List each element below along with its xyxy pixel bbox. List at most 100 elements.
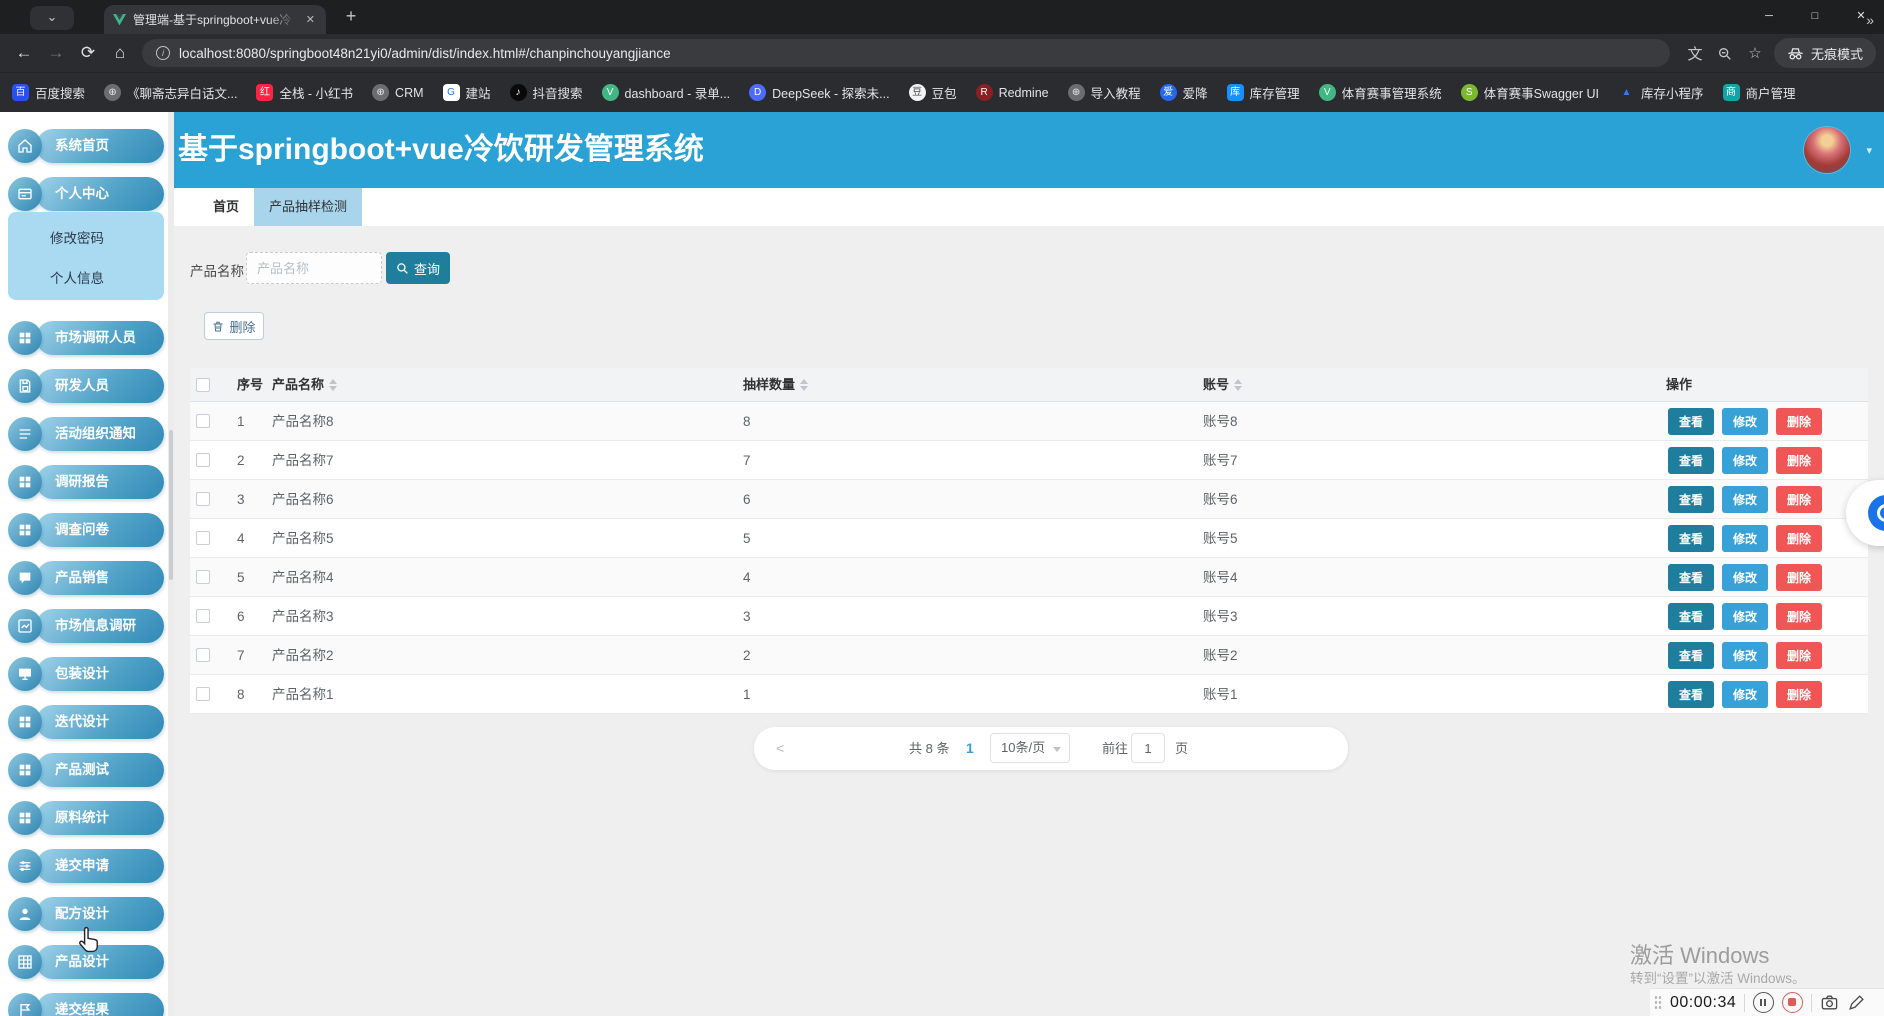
assistant-icon[interactable]: [1868, 495, 1884, 531]
reload-button[interactable]: ⟳: [72, 43, 104, 63]
view-row-button[interactable]: 查看: [1668, 603, 1714, 630]
sidebar-item-14[interactable]: 递交申请: [0, 849, 168, 883]
sidebar-scrollbar-thumb[interactable]: [169, 430, 173, 580]
edit-row-button[interactable]: 修改: [1722, 564, 1768, 591]
edit-row-button[interactable]: 修改: [1722, 447, 1768, 474]
edit-row-button[interactable]: 修改: [1722, 603, 1768, 630]
sidebar-item-10[interactable]: 包装设计: [0, 657, 168, 691]
sidebar-item-13[interactable]: 原料统计: [0, 801, 168, 835]
screenshot-camera-button[interactable]: [1820, 993, 1839, 1012]
view-row-button[interactable]: 查看: [1668, 447, 1714, 474]
edit-row-button[interactable]: 修改: [1722, 486, 1768, 513]
home-button[interactable]: ⌂: [104, 43, 136, 63]
view-row-button[interactable]: 查看: [1668, 642, 1714, 669]
sidebar-submenu-item[interactable]: 个人信息: [50, 264, 150, 294]
bookmark-item[interactable]: 爱爱降: [1159, 83, 1208, 102]
bookmark-star-icon[interactable]: ☆: [1740, 44, 1770, 62]
row-checkbox[interactable]: [196, 453, 210, 467]
sort-caret-icon[interactable]: [329, 379, 338, 391]
sidebar-item-16[interactable]: 产品设计: [0, 945, 168, 979]
sidebar-submenu-item[interactable]: 修改密码: [50, 224, 150, 254]
stop-button[interactable]: [1782, 992, 1804, 1013]
del-row-button[interactable]: 删除: [1776, 564, 1822, 591]
sidebar-item-1[interactable]: 系统首页: [0, 129, 168, 163]
sidebar-item-17[interactable]: 递交结果: [0, 993, 168, 1016]
sidebar-item-2[interactable]: 个人中心: [0, 177, 168, 211]
del-row-button[interactable]: 删除: [1776, 681, 1822, 708]
view-row-button[interactable]: 查看: [1668, 486, 1714, 513]
batch-delete-button[interactable]: 删除: [204, 312, 264, 340]
bookmark-item[interactable]: V 体育赛事管理系统: [1318, 83, 1442, 102]
bookmark-item[interactable]: ▲ 库存小程序: [1618, 83, 1704, 102]
sidebar-item-6[interactable]: 调研报告: [0, 465, 168, 499]
sidebar-item-15[interactable]: 配方设计: [0, 897, 168, 931]
browser-tab[interactable]: 管理端-基于springboot+vue冷 ✕: [104, 5, 326, 34]
view-row-button[interactable]: 查看: [1668, 681, 1714, 708]
bookmark-item[interactable]: ⊕ CRM: [372, 84, 424, 101]
bookmark-item[interactable]: Vdashboard - 录单...: [601, 83, 730, 102]
search-input[interactable]: [246, 252, 382, 284]
del-row-button[interactable]: 删除: [1776, 486, 1822, 513]
address-bar[interactable]: i localhost:8080/springboot48n21yi0/admi…: [142, 39, 1670, 67]
row-checkbox[interactable]: [196, 531, 210, 545]
bookmark-item[interactable]: ⊕ 导入教程: [1067, 83, 1141, 102]
edit-row-button[interactable]: 修改: [1722, 525, 1768, 552]
forward-button[interactable]: →: [40, 43, 72, 63]
bookmark-item[interactable]: 百百度搜索: [12, 83, 85, 102]
site-info-icon[interactable]: i: [156, 46, 170, 60]
sidebar-item-12[interactable]: 产品测试: [0, 753, 168, 787]
tab-close-icon[interactable]: ✕: [304, 13, 317, 26]
row-checkbox[interactable]: [196, 414, 210, 428]
row-checkbox[interactable]: [196, 609, 210, 623]
close-button[interactable]: ✕: [1838, 0, 1884, 34]
drag-handle-icon[interactable]: [1654, 994, 1662, 1011]
sidebar-item-11[interactable]: 迭代设计: [0, 705, 168, 739]
goto-page-input[interactable]: [1131, 733, 1165, 763]
pause-button[interactable]: [1753, 992, 1775, 1013]
view-row-button[interactable]: 查看: [1668, 564, 1714, 591]
maximize-button[interactable]: □: [1792, 0, 1838, 34]
new-tab-button[interactable]: +: [338, 4, 364, 30]
row-checkbox[interactable]: [196, 570, 210, 584]
bookmark-item[interactable]: 红全栈 - 小红书: [256, 83, 353, 102]
edit-row-button[interactable]: 修改: [1722, 642, 1768, 669]
sort-caret-icon[interactable]: [1234, 379, 1243, 391]
del-row-button[interactable]: 删除: [1776, 447, 1822, 474]
prev-page-button[interactable]: <: [776, 727, 784, 770]
bookmark-item[interactable]: S 体育赛事Swagger UI: [1460, 83, 1599, 102]
sort-caret-icon[interactable]: [800, 379, 809, 391]
tab-首页[interactable]: 首页: [198, 188, 254, 226]
zoom-icon[interactable]: [1710, 44, 1740, 61]
sidebar-item-5[interactable]: 活动组织通知: [0, 417, 168, 451]
view-row-button[interactable]: 查看: [1668, 408, 1714, 435]
sidebar-item-3[interactable]: 市场调研人员: [0, 321, 168, 355]
bookmark-item[interactable]: ⊕ 《聊斋志异白话文...: [104, 83, 237, 102]
edit-row-button[interactable]: 修改: [1722, 408, 1768, 435]
bookmark-item[interactable]: 商商户管理: [1722, 83, 1796, 102]
bookmark-item[interactable]: R Redmine: [975, 84, 1049, 101]
bookmark-item[interactable]: 豆豆包: [908, 83, 957, 102]
select-all-checkbox[interactable]: [196, 378, 210, 392]
annotate-pencil-button[interactable]: [1847, 993, 1866, 1012]
del-row-button[interactable]: 删除: [1776, 525, 1822, 552]
avatar[interactable]: [1804, 127, 1850, 173]
sidebar-item-8[interactable]: 产品销售: [0, 561, 168, 595]
current-page[interactable]: 1: [966, 727, 974, 770]
minimize-button[interactable]: ─: [1746, 0, 1792, 34]
tab-search-icon[interactable]: ⌄: [30, 6, 74, 30]
row-checkbox[interactable]: [196, 648, 210, 662]
sidebar-item-4[interactable]: 研发人员: [0, 369, 168, 403]
bookmark-item[interactable]: G 建站: [442, 83, 491, 102]
sidebar-item-7[interactable]: 调查问卷: [0, 513, 168, 547]
del-row-button[interactable]: 删除: [1776, 603, 1822, 630]
page-size-select[interactable]: 10条/页: [990, 733, 1070, 763]
translate-icon[interactable]: 文: [1680, 43, 1710, 64]
bookmark-item[interactable]: D DeepSeek - 探索未...: [749, 83, 890, 102]
row-checkbox[interactable]: [196, 492, 210, 506]
query-button[interactable]: 查询: [386, 252, 450, 284]
row-checkbox[interactable]: [196, 687, 210, 701]
view-row-button[interactable]: 查看: [1668, 525, 1714, 552]
bookmark-item[interactable]: 库库存管理: [1226, 83, 1300, 102]
del-row-button[interactable]: 删除: [1776, 642, 1822, 669]
tab-产品抽样检测[interactable]: 产品抽样检测: [254, 188, 363, 226]
